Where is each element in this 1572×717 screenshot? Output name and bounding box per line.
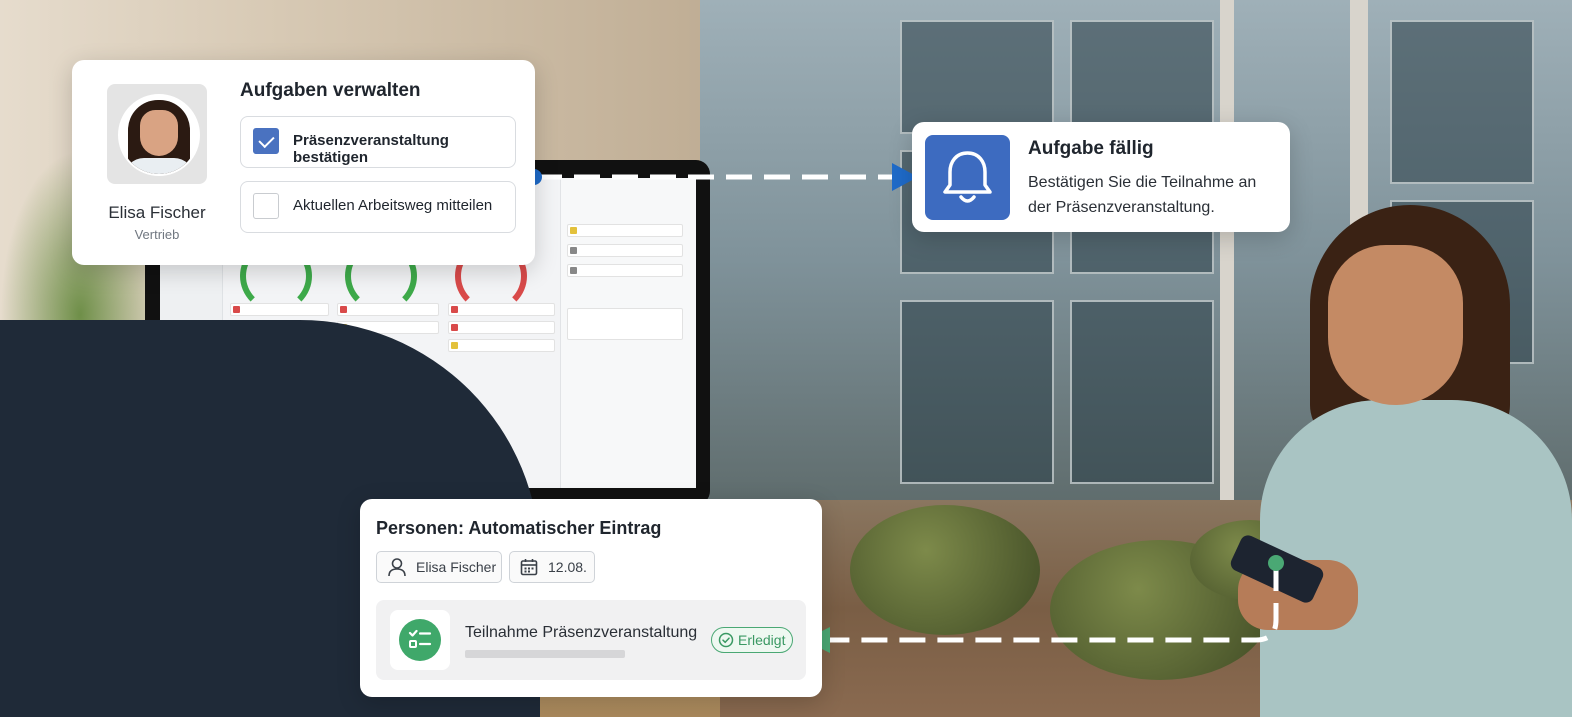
avatar: [118, 94, 200, 176]
person-chip[interactable]: Elisa Fischer: [376, 551, 502, 583]
task-label: Aktuellen Arbeitsweg mitteilen: [293, 197, 493, 214]
woman-with-phone: [1250, 200, 1572, 717]
person-icon: [388, 558, 406, 577]
person-chip-label: Elisa Fischer: [416, 559, 497, 575]
entry-row[interactable]: Teilnahme Präsenzveranstaltung Erledigt: [376, 600, 806, 680]
user-department: Vertrieb: [134, 227, 180, 242]
user-name: Elisa Fischer: [108, 203, 206, 222]
avatar-frame: [107, 84, 207, 184]
check-circle-icon: [718, 632, 734, 648]
bush: [850, 505, 1040, 635]
auto-entry-card: Personen: Automatischer Eintrag Elisa Fi…: [360, 499, 822, 697]
date-chip-label: 12.08.: [548, 559, 587, 575]
checkbox-checked[interactable]: [253, 128, 279, 154]
date-chip[interactable]: 12.08.: [509, 551, 595, 583]
checklist-icon: [399, 619, 441, 661]
task-label: Präsenzveranstaltung bestätigen: [293, 132, 449, 166]
tasks-title: Aufgaben verwalten: [240, 80, 421, 101]
screen-right-panel: [560, 178, 696, 488]
tasks-card: Elisa Fischer Vertrieb Aufgaben verwalte…: [72, 60, 535, 265]
calendar-icon: [520, 559, 538, 576]
status-badge: Erledigt: [711, 627, 793, 653]
checkbox-unchecked[interactable]: [253, 193, 279, 219]
entry-label: Teilnahme Präsenzveranstaltung: [465, 624, 698, 641]
bell-icon: [925, 135, 1010, 220]
notification-card[interactable]: Aufgabe fällig Bestätigen Sie die Teilna…: [912, 122, 1290, 232]
entry-icon-box: [390, 610, 450, 670]
notification-text: Bestätigen Sie die Teilnahme an der Präs…: [1028, 174, 1257, 216]
status-badge-label: Erledigt: [738, 632, 786, 648]
task-row-commute[interactable]: Aktuellen Arbeitsweg mitteilen: [240, 181, 516, 233]
entry-card-title: Personen: Automatischer Eintrag: [376, 518, 662, 538]
entry-placeholder-bar: [465, 650, 625, 658]
task-row-confirm-event[interactable]: Präsenzveranstaltung bestätigen: [240, 116, 516, 168]
notification-title: Aufgabe fällig: [1028, 138, 1154, 159]
